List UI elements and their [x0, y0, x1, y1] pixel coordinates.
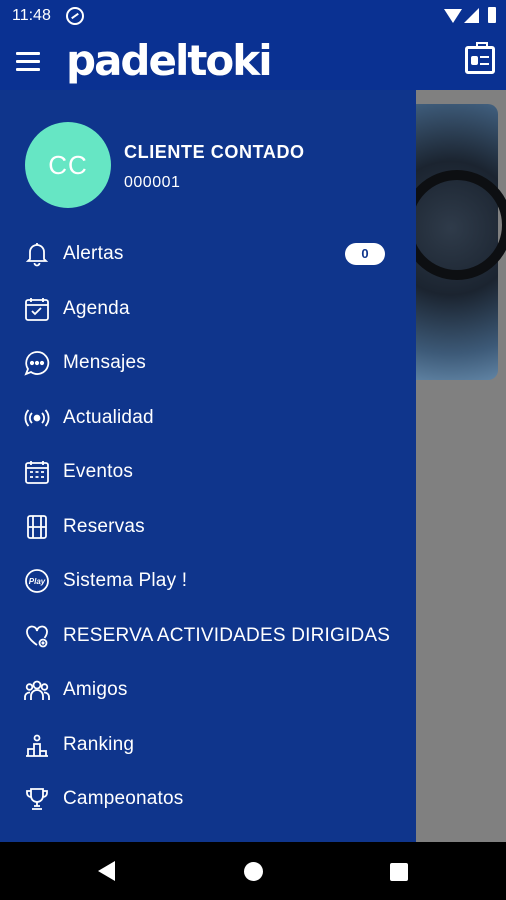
menu-item-reserva-actividades[interactable]: RESERVA ACTIVIDADES DIRIGIDAS	[0, 609, 416, 663]
menu-item-label: Actualidad	[63, 407, 154, 428]
calendar-grid-icon	[25, 461, 49, 484]
menu-item-reservas[interactable]: Reservas	[0, 500, 416, 554]
member-card-icon[interactable]	[465, 42, 495, 74]
app-bar: padeltoki	[0, 34, 506, 90]
alerts-count-badge: 0	[345, 243, 385, 265]
menu-item-label: Campeonatos	[63, 788, 184, 809]
heart-icon	[26, 625, 48, 648]
avatar[interactable]: CC	[25, 122, 111, 208]
menu-item-label: RESERVA ACTIVIDADES DIRIGIDAS	[63, 625, 391, 646]
signal-icon	[464, 8, 479, 23]
menu-item-ranking[interactable]: Ranking	[0, 718, 416, 772]
menu-item-label: Eventos	[63, 461, 134, 482]
menu-item-agenda[interactable]: Agenda	[0, 282, 416, 336]
menu-item-label: Amigos	[63, 679, 128, 700]
court-icon	[27, 515, 47, 539]
calendar-check-icon	[25, 298, 49, 321]
app-logo: padeltoki	[66, 36, 273, 85]
back-icon[interactable]	[98, 861, 115, 881]
menu-item-campeonatos[interactable]: Campeonatos	[0, 772, 416, 826]
chat-bubble-icon	[24, 351, 50, 376]
navigation-drawer: CC CLIENTE CONTADO 000001 Alertas 0 Agen…	[0, 90, 416, 842]
menu-item-actualidad[interactable]: Actualidad	[0, 391, 416, 445]
menu-item-label: Alertas	[63, 243, 124, 264]
wifi-icon	[444, 9, 462, 23]
bell-icon	[25, 243, 49, 267]
group-icon	[24, 680, 50, 700]
menu-item-mensajes[interactable]: Mensajes	[0, 336, 416, 390]
menu-item-sistema-play[interactable]: Play Sistema Play !	[0, 554, 416, 608]
system-nav-bar	[0, 842, 506, 900]
menu-item-label: Sistema Play !	[63, 570, 188, 591]
menu-item-label: Ranking	[63, 734, 135, 755]
svg-text:Play: Play	[29, 577, 46, 586]
menu-item-label: Mensajes	[63, 352, 146, 373]
background-image-detail	[402, 170, 506, 280]
user-name: CLIENTE CONTADO	[124, 142, 305, 162]
battery-icon	[488, 7, 496, 23]
menu-item-label: Reservas	[63, 516, 145, 537]
status-time: 11:48	[12, 7, 51, 24]
user-code: 000001	[124, 174, 181, 191]
play-badge-icon: Play	[25, 569, 49, 593]
sync-icon	[66, 7, 84, 25]
broadcast-icon	[24, 409, 50, 427]
trophy-icon	[26, 788, 48, 810]
home-icon[interactable]	[244, 862, 263, 881]
status-bar: 11:48	[0, 0, 506, 34]
podium-icon	[26, 734, 48, 757]
menu-item-amigos[interactable]: Amigos	[0, 663, 416, 717]
menu-item-label: Agenda	[63, 298, 130, 319]
hamburger-menu-icon[interactable]	[16, 52, 40, 72]
recent-apps-icon[interactable]	[390, 863, 408, 881]
menu-item-eventos[interactable]: Eventos	[0, 445, 416, 499]
